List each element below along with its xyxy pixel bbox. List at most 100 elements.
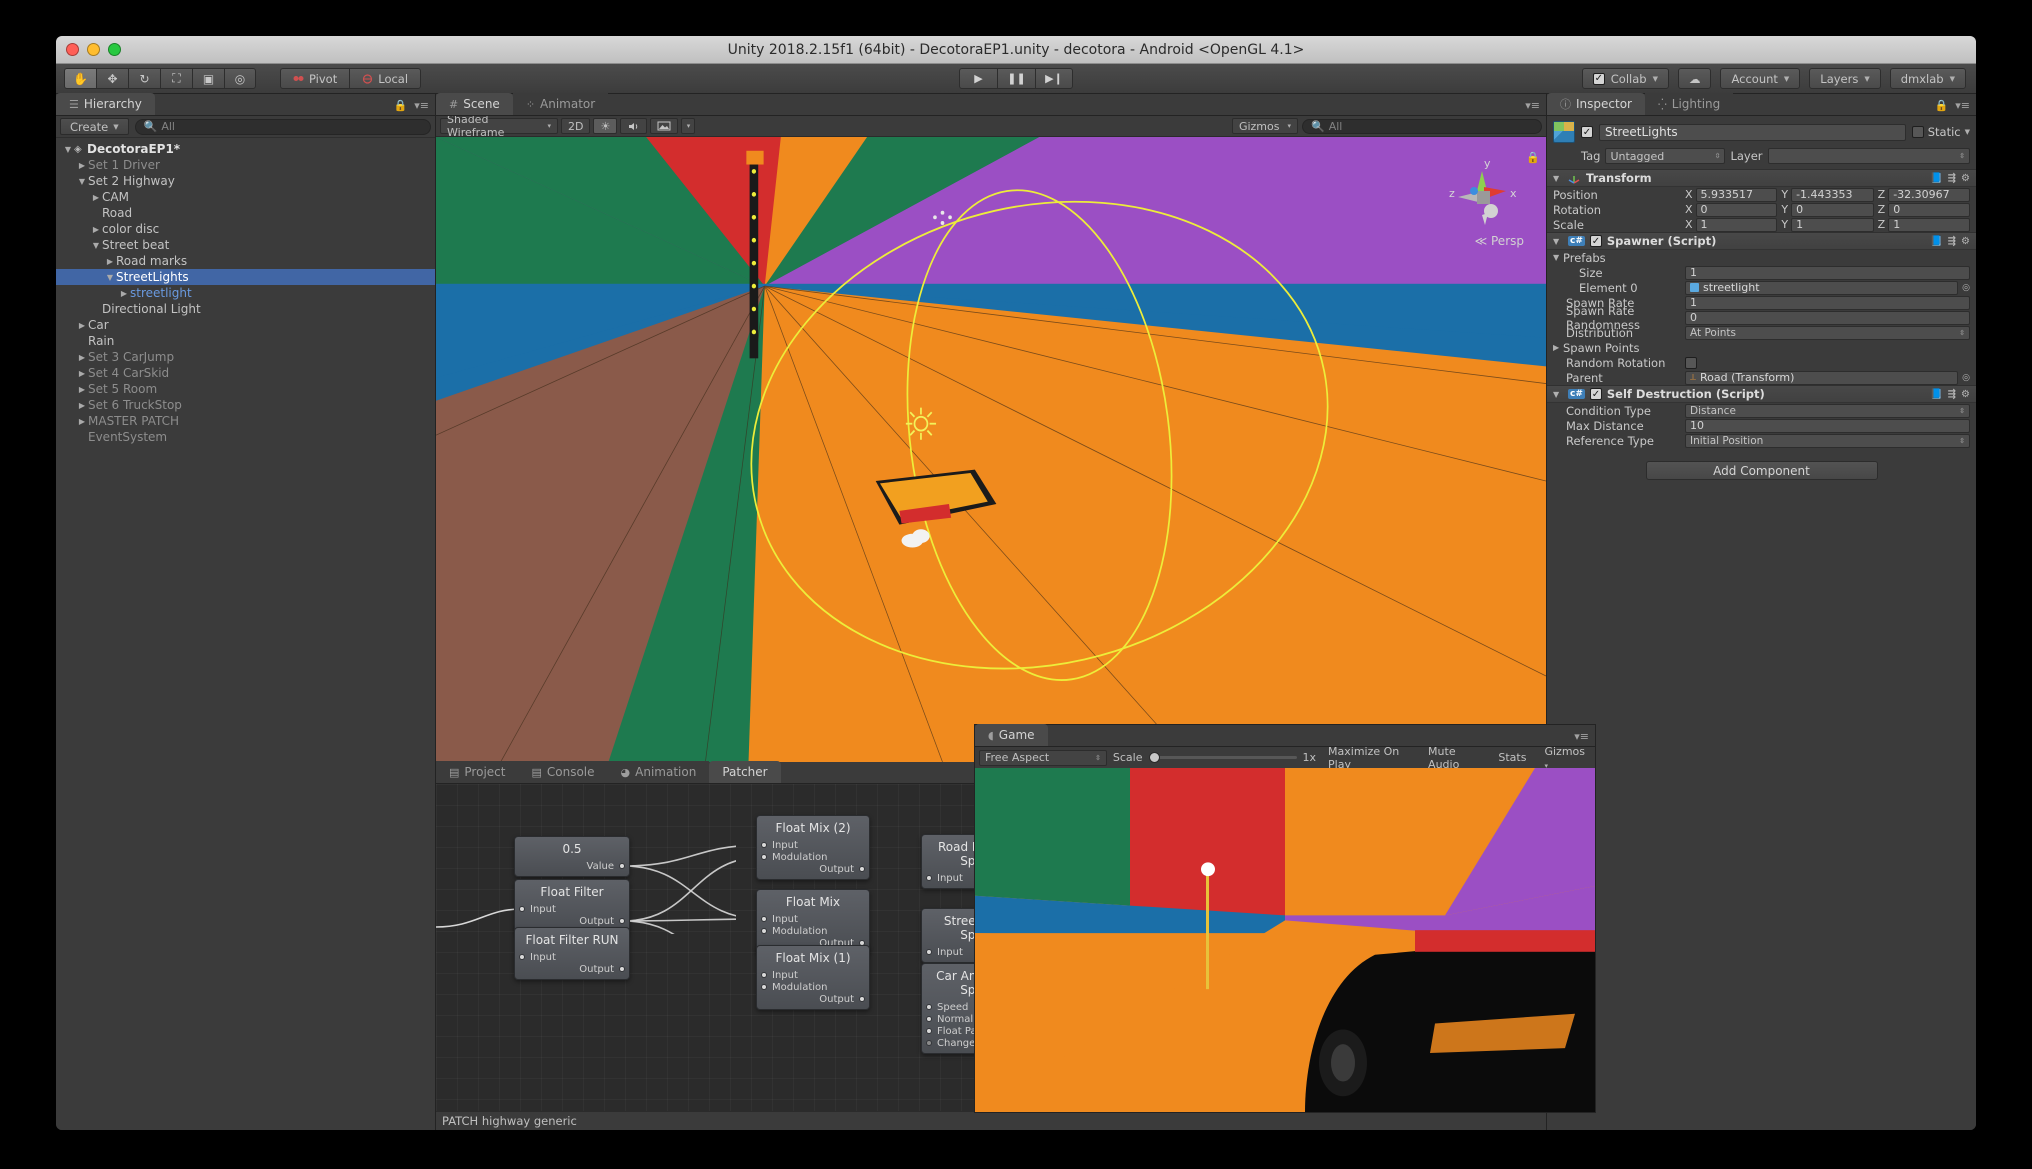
account-button[interactable]: Account ▼ (1720, 68, 1800, 89)
hierarchy-item-road-marks[interactable]: ▶Road marks (56, 253, 435, 269)
game-gizmos-button[interactable]: Gizmos ▾ (1538, 745, 1591, 771)
gameobject-enabled-checkbox[interactable]: ✓ (1581, 126, 1593, 138)
expand-arrow-closed-icon[interactable]: ▶ (76, 401, 88, 410)
object-picker-icon[interactable]: ◎ (1962, 283, 1970, 293)
hierarchy-item-road[interactable]: ▶Road (56, 205, 435, 221)
layers-button[interactable]: Layers ▼ (1809, 68, 1880, 89)
stats-button[interactable]: Stats (1492, 751, 1532, 764)
hierarchy-item-streetlights[interactable]: ▼StreetLights (56, 269, 435, 285)
panel-menu-icon[interactable]: ▾≡ (414, 99, 429, 112)
property-foldout-icon[interactable]: ▶ (1553, 343, 1563, 352)
patch-input-port[interactable]: Input (757, 913, 869, 925)
patch-node-float-mix-1[interactable]: Float Mix (1)InputModulationOutput (756, 945, 870, 1010)
gear-icon[interactable]: ⚙ (1961, 389, 1970, 400)
panel-menu-icon[interactable]: ▾≡ (1955, 99, 1970, 112)
layer-dropdown[interactable]: ⇳ (1768, 148, 1970, 164)
tag-dropdown[interactable]: Untagged ⇳ (1605, 148, 1725, 164)
scene-fx-dropdown[interactable]: ▾ (681, 118, 695, 134)
patch-output-port[interactable]: Output (757, 993, 869, 1005)
hierarchy-item-directional-light[interactable]: ▶Directional Light (56, 301, 435, 317)
aspect-ratio-dropdown[interactable]: Free Aspect ⇳ (979, 750, 1107, 766)
scale-slider-knob[interactable] (1149, 752, 1160, 763)
component-foldout-icon[interactable]: ▼ (1553, 390, 1563, 399)
help-icon[interactable]: 📘 (1930, 173, 1942, 184)
component-header-spawner-script[interactable]: ▼c#✓Spawner (Script)📘⇶⚙ (1547, 232, 1976, 250)
hierarchy-item-set-3-carjump[interactable]: ▶Set 3 CarJump (56, 349, 435, 365)
patch-output-port[interactable]: Output (757, 863, 869, 875)
tab-lighting[interactable]: ⁛ Lighting (1645, 93, 1733, 115)
preset-icon[interactable]: ⇶ (1948, 173, 1956, 184)
object-reference-field[interactable]: ⟂Road (Transform) (1685, 371, 1958, 385)
panel-menu-icon[interactable]: ▾≡ (1574, 730, 1589, 743)
expand-arrow-closed-icon[interactable]: ▶ (76, 353, 88, 362)
layout-button[interactable]: dmxlab ▼ (1890, 68, 1966, 89)
mute-audio-button[interactable]: Mute Audio (1422, 745, 1486, 771)
vector3-z-input[interactable]: 1 (1888, 218, 1970, 232)
hierarchy-item-car[interactable]: ▶Car (56, 317, 435, 333)
expand-arrow-closed-icon[interactable]: ▶ (76, 417, 88, 426)
gear-icon[interactable]: ⚙ (1961, 173, 1970, 184)
vector3-x-input[interactable]: 1 (1696, 218, 1778, 232)
local-toggle[interactable]: Local (349, 68, 421, 89)
hierarchy-tree[interactable]: ▼◈DecotoraEP1*▶Set 1 Driver▼Set 2 Highwa… (56, 138, 435, 1130)
hierarchy-item-set-4-carskid[interactable]: ▶Set 4 CarSkid (56, 365, 435, 381)
patch-input-port[interactable]: Modulation (757, 925, 869, 937)
scale-tool-button[interactable]: ⛶ (160, 68, 192, 89)
tab-animation[interactable]: ◕ Animation (608, 761, 710, 783)
cloud-button[interactable]: ☁ (1678, 68, 1712, 89)
add-component-button[interactable]: Add Component (1646, 461, 1878, 480)
hierarchy-search-input[interactable]: 🔍 All (135, 119, 431, 135)
expand-arrow-open-icon[interactable]: ▼ (76, 177, 88, 186)
hierarchy-item-set-6-truckstop[interactable]: ▶Set 6 TruckStop (56, 397, 435, 413)
property-input[interactable]: 1 (1685, 266, 1970, 280)
tab-project[interactable]: ▤ Project (436, 761, 518, 783)
hierarchy-item-street-beat[interactable]: ▼Street beat (56, 237, 435, 253)
component-header-self-destruction-script[interactable]: ▼c#✓Self Destruction (Script)📘⇶⚙ (1547, 385, 1976, 403)
hierarchy-item-set-2-highway[interactable]: ▼Set 2 Highway (56, 173, 435, 189)
scene-lighting-toggle[interactable]: ☀ (593, 118, 617, 134)
component-foldout-icon[interactable]: ▼ (1553, 237, 1563, 246)
static-checkbox[interactable] (1912, 126, 1924, 138)
expand-arrow-closed-icon[interactable]: ▶ (76, 385, 88, 394)
scene-orientation-gizmo[interactable]: y z x (1444, 153, 1520, 231)
property-input[interactable]: 1 (1685, 296, 1970, 310)
rotate-tool-button[interactable]: ↻ (128, 68, 160, 89)
property-dropdown[interactable]: Initial Position⇳ (1685, 434, 1970, 448)
expand-arrow-closed-icon[interactable]: ▶ (104, 257, 116, 266)
patch-output-port[interactable]: Value (515, 860, 629, 872)
tab-scene[interactable]: # Scene (436, 93, 513, 115)
hierarchy-item-set-1-driver[interactable]: ▶Set 1 Driver (56, 157, 435, 173)
vector3-y-input[interactable]: -1.443353 (1791, 188, 1874, 202)
vector3-y-input[interactable]: 0 (1791, 203, 1874, 217)
property-input[interactable]: 0 (1685, 311, 1970, 325)
patch-output-port[interactable]: Output (515, 915, 629, 927)
scene-audio-toggle[interactable] (620, 118, 647, 134)
hierarchy-item-cam[interactable]: ▶CAM (56, 189, 435, 205)
pause-button[interactable]: ❚❚ (997, 68, 1035, 89)
vector3-x-input[interactable]: 0 (1696, 203, 1778, 217)
gizmos-dropdown[interactable]: Gizmos ▾ (1232, 118, 1298, 134)
hierarchy-item-streetlight[interactable]: ▶streetlight (56, 285, 435, 301)
lock-icon[interactable]: 🔒 (1935, 99, 1949, 112)
pivot-toggle[interactable]: Pivot (280, 68, 349, 89)
hierarchy-item-set-5-room[interactable]: ▶Set 5 Room (56, 381, 435, 397)
expand-arrow-closed-icon[interactable]: ▶ (76, 369, 88, 378)
component-foldout-icon[interactable]: ▼ (1553, 174, 1563, 183)
property-dropdown[interactable]: Distance⇳ (1685, 404, 1970, 418)
component-header-transform[interactable]: ▼Transform📘⇶⚙ (1547, 169, 1976, 187)
scene-search-input[interactable]: 🔍 All (1302, 119, 1542, 134)
hierarchy-item-eventsystem[interactable]: ▶EventSystem (56, 429, 435, 445)
patch-node-float-mix-2[interactable]: Float Mix (2)InputModulationOutput (756, 815, 870, 880)
expand-arrow-closed-icon[interactable]: ▶ (76, 161, 88, 170)
patch-node-0-5[interactable]: 0.5Value (514, 836, 630, 877)
help-icon[interactable]: 📘 (1930, 389, 1942, 400)
create-button[interactable]: Create ▼ (60, 118, 129, 135)
patch-input-port[interactable]: Modulation (757, 851, 869, 863)
scale-slider[interactable] (1149, 756, 1297, 759)
scene-fx-toggle[interactable] (650, 118, 678, 134)
tab-game[interactable]: ◖ Game (975, 724, 1048, 746)
expand-arrow-closed-icon[interactable]: ▶ (90, 193, 102, 202)
game-viewport[interactable] (975, 768, 1595, 1112)
patch-input-port[interactable]: Input (515, 951, 629, 963)
scene-lock-icon[interactable]: 🔒 (1526, 151, 1540, 164)
